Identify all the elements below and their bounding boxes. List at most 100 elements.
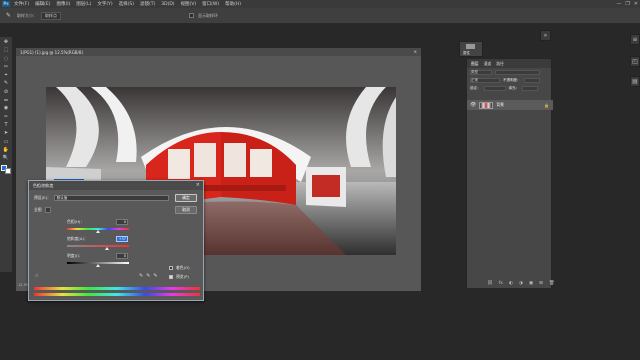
targeted-adjustment-hand-icon[interactable]: ☝ xyxy=(35,273,38,279)
saturation-slider-track[interactable] xyxy=(67,245,129,247)
properties-icon xyxy=(466,44,475,49)
menu-window[interactable]: 窗口(W) xyxy=(202,1,219,7)
right-dock-icon-1[interactable]: ≡ xyxy=(630,34,640,45)
layer-thumbnail xyxy=(479,101,494,109)
marquee-tool-icon[interactable]: ⬚ xyxy=(2,47,11,54)
colorize-checkbox[interactable] xyxy=(169,266,173,270)
crop-tool-icon[interactable]: ✂ xyxy=(2,64,11,71)
menu-bar: Ps 文件(F) 编辑(E) 图像(I) 图层(L) 文字(Y) 选择(S) 滤… xyxy=(0,0,640,8)
preview-label: 预览(P) xyxy=(176,274,189,279)
adjustment-layer-icon[interactable]: ◑ xyxy=(519,281,523,286)
visibility-eye-icon[interactable]: 👁 xyxy=(470,102,476,108)
menu-image[interactable]: 图像(I) xyxy=(56,1,70,7)
hue-value-field[interactable]: 0 xyxy=(116,219,128,225)
ok-button[interactable]: 确定 xyxy=(175,194,197,202)
layer-name: 背景 xyxy=(496,102,504,107)
menu-layer[interactable]: 图层(L) xyxy=(76,1,91,7)
new-layer-icon[interactable]: ⊞ xyxy=(539,281,543,286)
layer-filter-icons[interactable] xyxy=(495,69,540,75)
document-close-icon[interactable]: × xyxy=(414,48,417,56)
preview-checkbox[interactable] xyxy=(169,275,173,279)
move-tool-icon[interactable]: ✥ xyxy=(2,39,11,46)
right-dock-icon-2[interactable]: ◰ xyxy=(630,56,640,67)
color-swatches[interactable] xyxy=(1,163,11,175)
color-spectrum-bar-top xyxy=(34,287,200,290)
properties-label: 属性 xyxy=(463,51,470,55)
tab-paths[interactable]: 路径 xyxy=(496,61,504,67)
layer-row-background[interactable]: 👁 背景 🔒 xyxy=(467,100,553,110)
window-controls: — ❐ ✕ xyxy=(616,1,638,7)
hand-tool-icon[interactable]: ✋ xyxy=(2,147,11,154)
lasso-tool-icon[interactable]: ◌ xyxy=(2,56,11,63)
preview-row: 预览(P) xyxy=(169,274,189,280)
close-icon[interactable]: ✕ xyxy=(634,1,638,7)
photoshop-logo: Ps xyxy=(2,1,10,7)
path-select-tool-icon[interactable]: ➤ xyxy=(2,130,11,137)
sample-ring-label: 显示取样环 xyxy=(198,12,218,18)
lightness-value-field[interactable]: 0 xyxy=(116,253,128,259)
restore-icon[interactable]: ❐ xyxy=(625,1,629,7)
menu-file[interactable]: 文件(F) xyxy=(14,1,29,7)
eyedropper-tool-icon[interactable]: ⌖ xyxy=(2,72,11,79)
tab-channels[interactable]: 通道 xyxy=(484,61,492,67)
lightness-slider-thumb[interactable] xyxy=(96,264,100,267)
preset-label: 预设(E)： xyxy=(34,195,51,200)
menu-type[interactable]: 文字(Y) xyxy=(97,1,112,7)
menu-view[interactable]: 视图(V) xyxy=(181,1,197,7)
layer-filter-select[interactable]: 类型 xyxy=(470,69,492,75)
menu-edit[interactable]: 编辑(E) xyxy=(35,1,50,7)
new-group-icon[interactable]: ▣ xyxy=(529,281,533,286)
opacity-field[interactable] xyxy=(523,77,540,83)
panel-collapse-icon[interactable]: » xyxy=(540,30,551,41)
sample-size-label: 取样大小： xyxy=(17,12,37,18)
layer-mask-icon[interactable]: ◐ xyxy=(509,281,513,286)
right-dock-icon-3[interactable]: ▤ xyxy=(630,76,640,87)
eyedropper-icon[interactable]: ✎ xyxy=(4,12,13,19)
color-spectrum-bar-bottom xyxy=(34,293,200,296)
eraser-tool-icon[interactable]: ⊘ xyxy=(2,89,11,96)
hue-saturation-dialog: 色相/饱和度 × 预设(E)： 默认值 确定 取消 全图 色相(H)： 0 饱和… xyxy=(28,180,204,301)
type-tool-icon[interactable]: T xyxy=(2,122,11,129)
layers-panel-tabs: 图层 通道 路径 xyxy=(467,59,551,68)
eyedropper-plus-icon[interactable]: ✎ xyxy=(146,273,150,279)
minimize-icon[interactable]: — xyxy=(616,1,621,7)
saturation-label: 饱和度(A)： xyxy=(67,236,88,241)
layer-style-icon[interactable]: fx xyxy=(499,281,503,286)
layer-filter-row: 类型 xyxy=(467,68,551,76)
menu-select[interactable]: 选择(S) xyxy=(119,1,134,7)
zoom-tool-icon[interactable]: 🔍 xyxy=(2,155,11,162)
opacity-label: 不透明度： xyxy=(503,77,521,82)
eyedropper-minus-icon[interactable]: ✎ xyxy=(153,273,157,279)
lock-options[interactable] xyxy=(483,85,506,91)
tab-layers[interactable]: 图层 xyxy=(471,61,479,67)
dodge-tool-icon[interactable]: ◉ xyxy=(2,105,11,112)
delete-layer-icon[interactable]: 🗑 xyxy=(549,281,555,286)
menu-help[interactable]: 帮助(H) xyxy=(225,1,241,7)
saturation-value-field[interactable]: +37 xyxy=(116,236,128,242)
gradient-tool-icon[interactable]: ⚌ xyxy=(2,97,11,104)
link-layers-icon[interactable]: ⛓ xyxy=(487,281,493,286)
pen-tool-icon[interactable]: ✑ xyxy=(2,114,11,121)
channel-select[interactable] xyxy=(44,207,51,213)
document-tab[interactable]: 1(PG1) (1).jpg @ 12.5%(RGB/8) × xyxy=(16,48,421,56)
eyedropper-icon[interactable]: ✎ xyxy=(139,273,143,279)
shape-tool-icon[interactable]: ▭ xyxy=(2,139,11,146)
menu-3d[interactable]: 3D(D) xyxy=(161,2,174,7)
preset-select[interactable]: 默认值 xyxy=(53,195,169,201)
blend-mode-select[interactable]: 正常 xyxy=(470,77,500,83)
fill-field[interactable] xyxy=(522,85,538,91)
channel-row: 全图 xyxy=(34,207,51,213)
dialog-close-icon[interactable]: × xyxy=(196,181,200,190)
sample-ring-checkbox[interactable] xyxy=(189,13,194,18)
colorize-row: 着色(O) xyxy=(169,265,190,271)
hue-slider-thumb[interactable] xyxy=(96,230,100,233)
menu-filter[interactable]: 滤镜(T) xyxy=(140,1,155,7)
background-color-swatch[interactable] xyxy=(5,168,11,175)
saturation-slider-thumb[interactable] xyxy=(104,247,109,250)
brush-tool-icon[interactable]: ✎ xyxy=(2,80,11,87)
properties-panel-icon[interactable]: 属性 xyxy=(459,41,483,57)
fill-label: 填充： xyxy=(508,85,520,90)
eyedropper-group: ✎ ✎ ✎ xyxy=(139,273,158,279)
cancel-button[interactable]: 取消 xyxy=(175,206,197,214)
sample-size-select[interactable]: 取样点 xyxy=(41,11,61,20)
